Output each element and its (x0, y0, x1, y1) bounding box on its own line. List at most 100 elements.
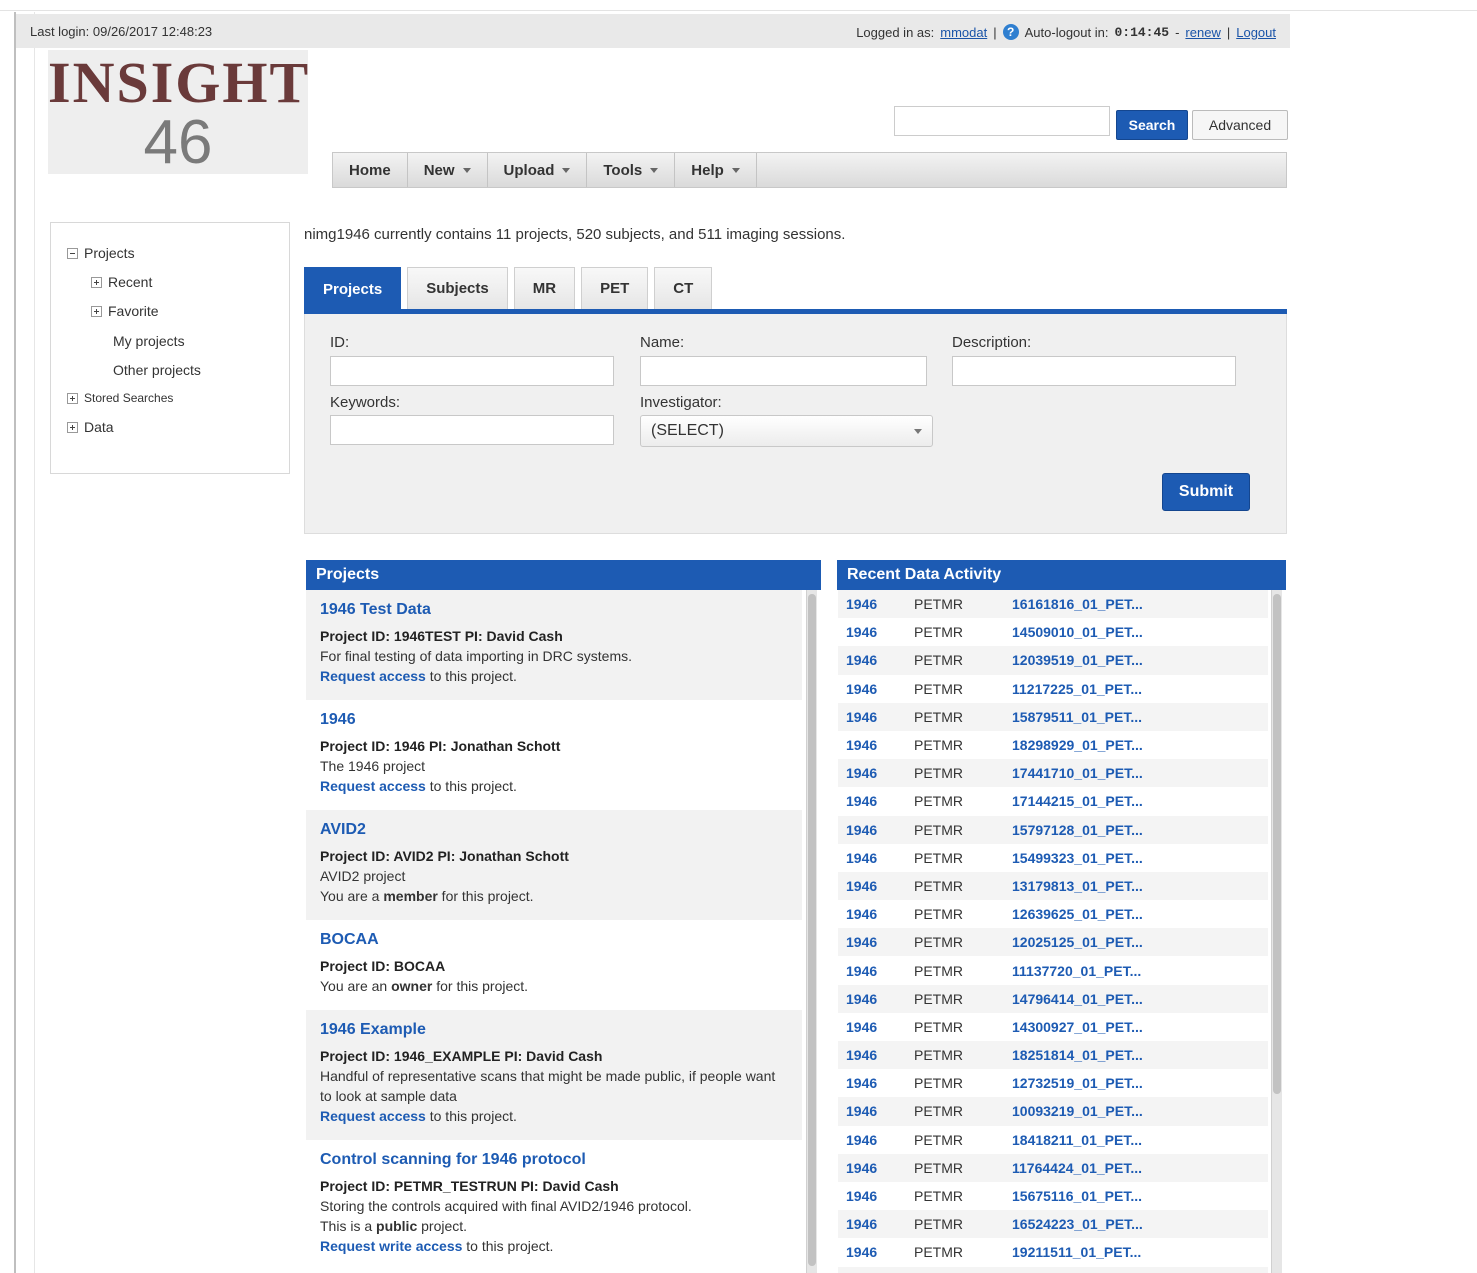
tab-pet[interactable]: PET (581, 267, 649, 309)
activity-session-link[interactable]: 18418211_01_PET... (1012, 1132, 1142, 1148)
project-title-link[interactable]: 1946 (320, 710, 788, 730)
table-row[interactable]: 1946 PETMR 14300927_01_PET... (838, 1013, 1268, 1041)
nav-upload[interactable]: Upload (488, 153, 588, 187)
table-row[interactable]: 1946 PETMR 17441710_01_PET... (838, 759, 1268, 788)
collapse-icon[interactable] (67, 247, 78, 259)
activity-project-link[interactable]: 1946 (838, 737, 914, 753)
activity-project-link[interactable]: 1946 (838, 934, 914, 950)
activity-session-link[interactable]: 19211511_01_PET... (1012, 1244, 1141, 1260)
table-row[interactable]: 1946 PETMR 12025125_01_PET... (838, 928, 1268, 957)
activity-project-link[interactable]: 1946 (838, 822, 914, 838)
activity-project-link[interactable]: 1946 (838, 652, 914, 668)
activity-session-link[interactable]: 18298929_01_PET... (1012, 737, 1143, 753)
activity-session-link[interactable]: 18251814_01_PET... (1012, 1047, 1143, 1063)
activity-project-link[interactable]: 1946 (838, 1244, 914, 1260)
activity-project-link[interactable]: 1946 (838, 709, 914, 725)
table-row[interactable]: 1946 PETMR 16161816_01_PET... (838, 590, 1268, 619)
table-row[interactable]: 1946 PETMR 12732519_01_PET... (838, 1069, 1268, 1097)
request-access-link[interactable]: Request access (320, 778, 426, 794)
tree-node-my-projects[interactable]: My projects (113, 333, 185, 349)
request-write-access-link[interactable]: Request write access (320, 1238, 462, 1254)
activity-scroll-thumb[interactable] (1273, 594, 1281, 1094)
tab-ct[interactable]: CT (654, 267, 713, 309)
activity-session-link[interactable]: 12025125_01_PET... (1012, 934, 1143, 950)
activity-project-link[interactable]: 1946 (838, 1160, 914, 1176)
site-logo[interactable]: INSIGHT 46 (48, 50, 308, 174)
activity-session-link[interactable]: 15797128_01_PET... (1012, 822, 1143, 838)
activity-session-link[interactable]: 14300927_01_PET... (1012, 1019, 1143, 1035)
search-button[interactable]: Search (1116, 110, 1188, 140)
expand-icon[interactable] (67, 392, 78, 404)
activity-project-link[interactable]: 1946 (838, 878, 914, 894)
activity-session-link[interactable]: 11137720_01_PET... (1012, 963, 1141, 979)
table-row[interactable]: 1946 PETMR 13179813_01_PET... (838, 871, 1268, 901)
activity-session-link[interactable]: 12039519_01_PET... (1012, 652, 1143, 668)
activity-project-link[interactable]: 1946 (838, 963, 914, 979)
activity-project-link[interactable]: 1946 (838, 906, 914, 922)
table-row[interactable]: 1946 PETMR 15675116_01_PET... (838, 1182, 1268, 1210)
activity-session-link[interactable]: 12732519_01_PET... (1012, 1075, 1143, 1091)
username-link[interactable]: mmodat (940, 25, 987, 40)
activity-session-link[interactable]: 16524223_01_PET... (1012, 1216, 1143, 1232)
nav-help[interactable]: Help (675, 153, 757, 187)
activity-session-link[interactable]: 14796414_01_PET... (1012, 991, 1143, 1007)
logout-link[interactable]: Logout (1236, 25, 1276, 40)
tree-node-favorite[interactable]: Favorite (91, 303, 159, 319)
investigator-select[interactable]: (SELECT) (640, 415, 933, 447)
activity-project-link[interactable]: 1946 (838, 681, 914, 697)
table-row[interactable]: 1946 PETMR 14796414_01_PET... (838, 984, 1268, 1013)
activity-session-link[interactable]: 15879511_01_PET... (1012, 709, 1142, 725)
table-row[interactable]: 1946 PETMR 19211511_01_PET... (838, 1238, 1268, 1266)
table-row[interactable]: 1946 PETMR 17144215_01_PET... (838, 787, 1268, 815)
activity-project-link[interactable]: 1946 (838, 624, 914, 640)
activity-project-link[interactable]: 1946 (838, 1075, 914, 1091)
activity-project-link[interactable]: 1946 (838, 1132, 914, 1148)
request-access-link[interactable]: Request access (320, 668, 426, 684)
activity-project-link[interactable]: 1946 (838, 1103, 914, 1119)
name-field[interactable] (640, 356, 927, 386)
project-title-link[interactable]: BOCAA (320, 930, 788, 950)
request-access-link[interactable]: Request access (320, 1108, 426, 1124)
project-title-link[interactable]: 1946 Test Data (320, 600, 788, 620)
table-row[interactable]: 1946 PETMR 18251814_01_PET... (838, 1041, 1268, 1070)
tab-projects[interactable]: Projects (304, 267, 402, 311)
table-row[interactable]: 1946 PETMR 15797128_01_PET... (838, 815, 1268, 844)
table-row[interactable]: 1946 PETMR 16524223_01_PET... (838, 1210, 1268, 1239)
advanced-search-button[interactable]: Advanced (1192, 110, 1288, 140)
project-title-link[interactable]: 1946 Example (320, 1020, 788, 1040)
tree-node-projects[interactable]: Projects (67, 245, 135, 261)
expand-icon[interactable] (91, 276, 102, 288)
tab-mr[interactable]: MR (513, 267, 576, 309)
expand-icon[interactable] (91, 305, 102, 317)
activity-session-link[interactable]: 16161816_01_PET... (1012, 596, 1143, 612)
submit-button[interactable]: Submit (1162, 473, 1250, 511)
activity-project-link[interactable]: 1946 (838, 991, 914, 1007)
table-row[interactable]: 1946 PETMR 10093219_01_PET... (838, 1097, 1268, 1126)
nav-home[interactable]: Home (333, 153, 408, 187)
projects-scroll-thumb[interactable] (808, 594, 816, 1266)
activity-session-link[interactable]: 15675116_01_PET... (1012, 1188, 1142, 1204)
activity-session-link[interactable]: 17144215_01_PET... (1012, 793, 1143, 809)
activity-session-link[interactable]: 13179813_01_PET... (1012, 878, 1143, 894)
table-row[interactable]: 1946 PETMR 11217225_01_PET... (838, 675, 1268, 703)
projects-scrollbar[interactable] (806, 590, 817, 1273)
table-row[interactable]: 1946 PETMR 11764424_01_PET... (838, 1153, 1268, 1182)
activity-project-link[interactable]: 1946 (838, 850, 914, 866)
activity-project-link[interactable]: 1946 (838, 793, 914, 809)
tree-node-recent[interactable]: Recent (91, 274, 152, 290)
activity-project-link[interactable]: 1946 (838, 1188, 914, 1204)
help-icon[interactable]: ? (1002, 24, 1019, 40)
table-row[interactable]: 1946 PETMR 12639625_01_PET... (838, 900, 1268, 928)
keywords-field[interactable] (330, 415, 614, 445)
tree-node-data[interactable]: Data (67, 419, 114, 435)
description-field[interactable] (952, 356, 1236, 386)
activity-session-link[interactable]: 10093219_01_PET... (1012, 1103, 1143, 1119)
table-row[interactable]: 1946 PETMR 12039519_01_PET... (838, 646, 1268, 675)
nav-new[interactable]: New (408, 153, 488, 187)
project-title-link[interactable]: AVID2 (320, 820, 788, 840)
activity-scrollbar[interactable] (1271, 590, 1282, 1273)
activity-session-link[interactable]: 14509010_01_PET... (1012, 624, 1143, 640)
id-field[interactable] (330, 356, 614, 386)
table-row[interactable]: 1946 PETMR 14509010_01_PET... (838, 618, 1268, 646)
nav-tools[interactable]: Tools (587, 153, 676, 187)
